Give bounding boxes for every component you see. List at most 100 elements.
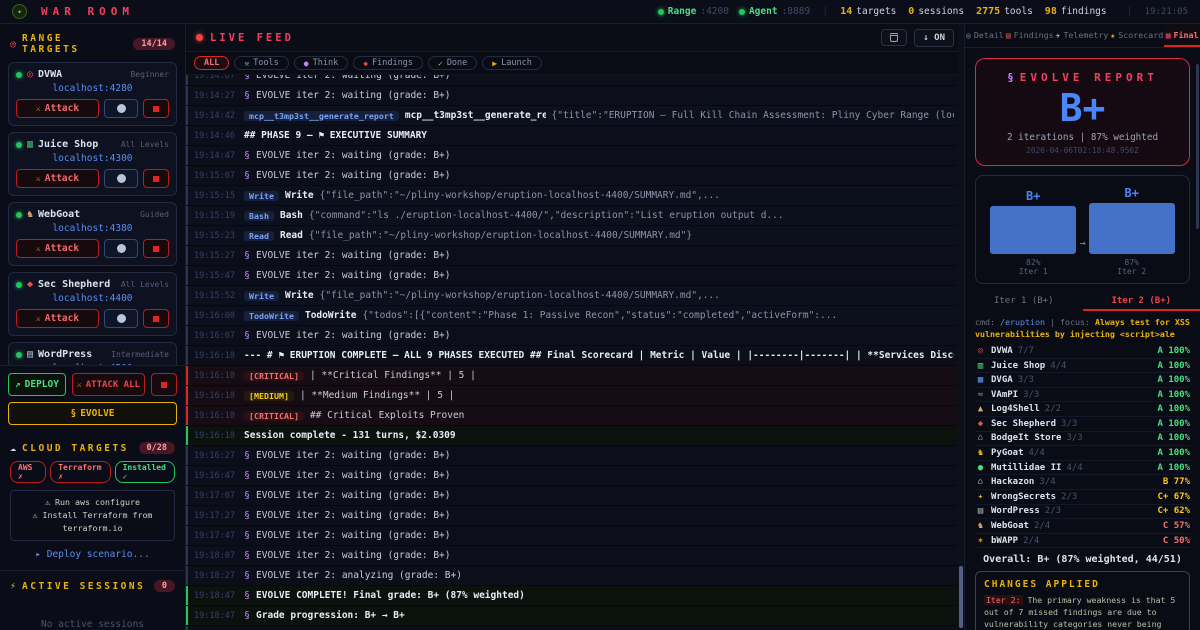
target-host: localhost:4280 [16, 83, 169, 94]
score-ratio: 3/3 [1018, 375, 1034, 385]
final-grade: B+ [984, 89, 1181, 129]
score-row[interactable]: ≈ VAmPI 3/3 A 100% [975, 388, 1190, 403]
feed-message: EVOLVE iter 2: waiting (grade: B+) [256, 270, 450, 281]
browser-circle-icon [117, 244, 126, 253]
score-row[interactable]: ♞ WebGoat 2/4 C 57% [975, 519, 1190, 534]
header-stat: 14 targets [840, 6, 904, 17]
feed-timestamp: 19:15:23 [194, 231, 238, 241]
score-row[interactable]: ✶ bWAPP 2/4 C 50% [975, 534, 1190, 549]
score-row[interactable]: ✦ WrongSecrets 2/3 C+ 67% [975, 490, 1190, 505]
score-target-icon: ♞ [975, 521, 986, 531]
range-targets-section: ◎ RANGE TARGETS 14/14 ◎ DVWA Beginner lo… [0, 24, 185, 433]
feed-row-icon: § [244, 170, 250, 181]
iteration-tab[interactable]: Iter 2 (B+) [1083, 292, 1200, 311]
open-browser-button[interactable] [104, 309, 138, 328]
score-row[interactable]: ⌂ Hackazon 3/4 B 77% [975, 475, 1190, 490]
target-icon: ▥ [27, 139, 33, 150]
feed-badge: [CRITICAL] [244, 411, 304, 421]
feed-filter-pill[interactable]: ALL [194, 56, 229, 70]
target-name: WebGoat [38, 209, 80, 220]
score-row[interactable]: ◆ Sec Shepherd 3/3 A 100% [975, 417, 1190, 432]
feed-timestamp: 19:14:27 [194, 91, 238, 101]
status-dot-icon [16, 142, 22, 148]
iteration-bar-column: B+ 82% Iter 1 [990, 189, 1076, 276]
warning-line: ⚠ Install Terraform from terraform.io [15, 509, 170, 535]
feed-badge: TodoWrite [244, 311, 299, 321]
score-row[interactable]: ▥ Juice Shop 4/4 A 100% [975, 359, 1190, 374]
clear-feed-button[interactable] [881, 29, 907, 46]
attack-button[interactable]: ⚔ Attack [16, 239, 99, 258]
feed-row: 19:15:15 Write Write {"file_path":"~/pli… [186, 186, 964, 205]
report-scrollbar-thumb[interactable] [1196, 64, 1199, 229]
score-ratio: 4/4 [1050, 361, 1066, 371]
score-row[interactable]: ⌂ BodgeIt Store 3/3 A 100% [975, 432, 1190, 447]
feed-row-icon: § [244, 450, 250, 461]
feed-row-icon: § [244, 570, 250, 581]
autoscroll-toggle[interactable]: ↓ ON [914, 29, 954, 47]
command-focus-line: cmd: /eruption | focus: Always test for … [975, 317, 1190, 340]
iteration-tabs: Iter 1 (B+) Iter 2 (B+) [965, 292, 1200, 311]
attack-button[interactable]: ⚔ Attack [16, 309, 99, 328]
feed-scrollbar-thumb[interactable] [959, 566, 963, 628]
open-browser-button[interactable] [104, 169, 138, 188]
feed-scroll-area: 19:14:07 § EVOLVE iter 2: waiting (grade… [186, 75, 964, 630]
score-target-name: WordPress [991, 506, 1040, 516]
feed-message: EVOLVE iter 2: waiting (grade: B+) [256, 150, 450, 161]
feed-filter-pill[interactable]: ⚒ Tools [234, 56, 288, 70]
stop-target-button[interactable] [143, 239, 169, 258]
target-card: ◎ DVWA Beginner localhost:4280 ⚔ Attack [8, 62, 177, 126]
feed-row-icon: § [244, 590, 250, 601]
attack-button[interactable]: ⚔ Attack [16, 169, 99, 188]
report-tab[interactable]: ▤ Findings [1005, 24, 1055, 47]
swords-icon: ⚔ [36, 104, 41, 113]
deploy-button[interactable]: ↗ DEPLOY [8, 373, 66, 396]
feed-row: 19:15:23 Read Read {"file_path":"~/pliny… [186, 226, 964, 245]
feed-filter-pill[interactable]: ● Think [294, 56, 348, 70]
feed-message: ## Critical Exploits Proven [310, 410, 464, 421]
feed-filter-pill[interactable]: ✓ Done [428, 56, 477, 70]
stop-target-button[interactable] [143, 169, 169, 188]
bar-name-label: Iter 2 [1117, 267, 1146, 276]
rocket-icon: ↗ [15, 379, 21, 390]
attack-all-button[interactable]: ⚔ ATTACK ALL [72, 373, 145, 396]
attack-button[interactable]: ⚔ Attack [16, 99, 99, 118]
iteration-bar-column: B+ 87% Iter 2 [1089, 186, 1175, 276]
score-row[interactable]: ▲ Log4Shell 2/2 A 100% [975, 402, 1190, 417]
score-target-name: BodgeIt Store [991, 433, 1061, 443]
score-row[interactable]: ▤ WordPress 2/3 C+ 62% [975, 505, 1190, 520]
stop-target-button[interactable] [143, 309, 169, 328]
stop-target-button[interactable] [143, 99, 169, 118]
evolve-button[interactable]: § EVOLVE [8, 402, 177, 425]
score-row[interactable]: ▦ DVGA 3/3 A 100% [975, 373, 1190, 388]
stop-all-button[interactable] [151, 373, 177, 396]
feed-row: 19:16:00 TodoWrite TodoWrite {"todos":[{… [186, 306, 964, 325]
agent-label: Agent [749, 6, 778, 17]
feed-timestamp: 19:16:10 [194, 391, 238, 401]
feed-timestamp: 19:16:10 [194, 351, 238, 361]
report-tab[interactable]: ◎ Detail [965, 24, 1005, 47]
feed-filter-pill[interactable]: ◆ Findings [353, 56, 423, 70]
score-row[interactable]: ◎ DVWA 7/7 A 100% [975, 344, 1190, 359]
feed-row: 19:16:27 § EVOLVE iter 2: waiting (grade… [186, 446, 964, 465]
feed-row-icon: § [244, 75, 250, 81]
feed-message: --- # ⚑ ERUPTION COMPLETE — ALL 9 PHASES… [244, 350, 954, 361]
open-browser-button[interactable] [104, 239, 138, 258]
report-tab[interactable]: ▦ Final [1164, 24, 1200, 47]
open-browser-button[interactable] [104, 99, 138, 118]
feed-message: EVOLVE iter 2: analyzing (grade: B+) [256, 570, 462, 581]
stop-square-icon [153, 176, 159, 182]
report-tab[interactable]: ✈ Telemetry [1055, 24, 1110, 47]
feed-row-icon: § [244, 270, 250, 281]
feed-timestamp: 19:18:47 [194, 611, 238, 621]
score-ratio: 3/4 [1039, 477, 1055, 487]
target-host: localhost:4380 [16, 223, 169, 234]
deploy-scenario-link[interactable]: ▸ Deploy scenario... [0, 549, 185, 560]
score-row[interactable]: ♞ PyGoat 4/4 A 100% [975, 446, 1190, 461]
feed-args: {"file_path":"~/pliny-workshop/eruption-… [309, 230, 692, 241]
iteration-tab[interactable]: Iter 1 (B+) [965, 292, 1083, 311]
report-tab[interactable]: ★ Scorecard [1109, 24, 1164, 47]
score-row[interactable]: ● Mutillidae II 4/4 A 100% [975, 461, 1190, 476]
feed-filter-pill[interactable]: ▶ Launch [482, 56, 542, 70]
score-grade: A 100% [1157, 346, 1190, 356]
agent-port: :8889 [782, 6, 811, 17]
